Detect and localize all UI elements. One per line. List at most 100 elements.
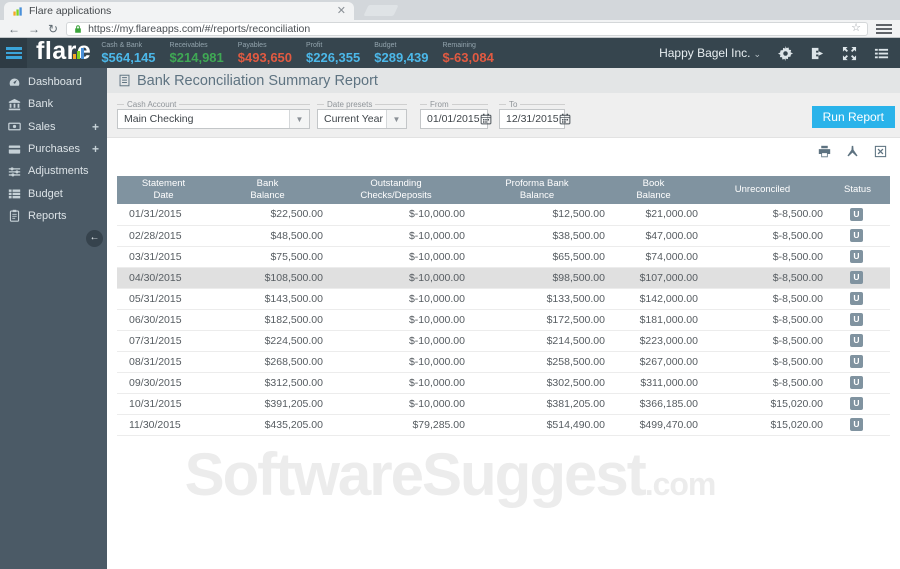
list-toggle-icon[interactable] <box>874 46 889 61</box>
stat-label: Budget <box>374 41 397 49</box>
status-badge[interactable]: U <box>850 334 863 347</box>
pdf-icon[interactable] <box>846 145 859 158</box>
status-badge[interactable]: U <box>850 418 863 431</box>
cell-book: $366,185.00 <box>607 393 700 415</box>
sign-out-icon[interactable] <box>810 46 825 61</box>
sidebar-item-bank[interactable]: Bank <box>0 93 107 115</box>
excel-icon[interactable] <box>874 145 887 158</box>
table-row[interactable]: 06/30/2015 $182,500.00 $-10,000.00 $172,500… <box>117 309 890 331</box>
cell-date: 03/31/2015 <box>117 246 210 268</box>
cell-unreconciled: $-8,500.00 <box>700 309 825 331</box>
status-badge[interactable]: U <box>850 313 863 326</box>
status-badge[interactable]: U <box>850 271 863 284</box>
cell-status: U <box>825 225 890 247</box>
table-row[interactable]: 11/30/2015 $435,205.00 $79,285.00 $514,490.… <box>117 414 890 436</box>
status-badge[interactable]: U <box>850 376 863 389</box>
cell-status: U <box>825 330 890 352</box>
from-date-input[interactable]: 01/01/2015 <box>420 109 491 129</box>
sidebar-item-purchases[interactable]: Purchases + <box>0 138 107 160</box>
cell-date: 05/31/2015 <box>117 288 210 310</box>
sidebar-collapse-button[interactable]: ← <box>86 230 103 247</box>
print-icon[interactable] <box>818 145 831 158</box>
table-row[interactable]: 01/31/2015 $22,500.00 $-10,000.00 $12,500.0… <box>117 204 890 226</box>
status-badge[interactable]: U <box>850 250 863 263</box>
cell-bank_balance: $268,500.00 <box>210 351 325 373</box>
cash-account-select[interactable]: Main Checking ▼ <box>117 109 310 129</box>
budget-icon <box>8 187 21 200</box>
cell-unreconciled: $15,020.00 <box>700 393 825 415</box>
expand-plus-icon[interactable]: + <box>92 142 99 156</box>
new-tab-button[interactable] <box>363 5 399 16</box>
reconciliation-table: Statement Date Bank Balance Outstanding Check… <box>117 176 890 436</box>
table-row[interactable]: 10/31/2015 $391,205.00 $-10,000.00 $381,205… <box>117 393 890 415</box>
chevron-down-icon: ▼ <box>386 110 406 128</box>
page-title: Bank Reconciliation Summary Report <box>137 72 378 89</box>
header-right: Happy Bagel Inc. ⌄ <box>659 45 900 61</box>
company-dropdown[interactable]: Happy Bagel Inc. ⌄ <box>659 46 761 60</box>
from-date-group: From 01/01/2015 <box>420 99 491 129</box>
sidebar-item-adjustments[interactable]: Adjustments <box>0 160 107 182</box>
cell-proforma: $133,500.00 <box>467 288 607 310</box>
cell-book: $223,000.00 <box>607 330 700 352</box>
stat-label: Receivables <box>169 41 208 49</box>
column-header-line: Proforma Bank <box>505 177 569 189</box>
cell-proforma: $381,205.00 <box>467 393 607 415</box>
chevron-down-icon: ▼ <box>289 110 309 128</box>
status-badge[interactable]: U <box>850 207 863 221</box>
column-header-line: Checks/Deposits <box>360 190 432 201</box>
column-header: Statement Date <box>117 176 210 204</box>
cell-book: $47,000.00 <box>607 225 700 247</box>
expand-plus-icon[interactable]: + <box>92 120 99 134</box>
reload-icon[interactable]: ↻ <box>48 23 58 35</box>
header-stat: Profit $226,355 <box>306 42 360 65</box>
table-row[interactable]: 09/30/2015 $312,500.00 $-10,000.00 $302,500… <box>117 372 890 394</box>
date-presets-label: Date presets <box>317 99 407 109</box>
sidebar-item-dashboard[interactable]: Dashboard <box>0 71 107 93</box>
browser-menu-icon[interactable] <box>876 23 892 34</box>
padlock-icon <box>73 24 83 34</box>
bank-icon <box>8 98 21 111</box>
cell-status: U <box>825 288 890 310</box>
status-badge[interactable]: U <box>850 229 863 242</box>
sidebar-item-budget[interactable]: Budget <box>0 182 107 204</box>
cell-status: U <box>825 246 890 268</box>
table-row[interactable]: 08/31/2015 $268,500.00 $-10,000.00 $258,500… <box>117 351 890 373</box>
browser-tab[interactable]: Flare applications ✕ <box>4 2 354 20</box>
gear-icon[interactable] <box>778 45 793 61</box>
status-badge[interactable]: U <box>850 397 863 410</box>
cell-bank_balance: $182,500.00 <box>210 309 325 331</box>
cell-book: $107,000.00 <box>607 267 700 289</box>
tab-close-icon[interactable]: ✕ <box>337 5 346 17</box>
cell-book: $267,000.00 <box>607 351 700 373</box>
sidebar: Dashboard Bank Sales + Purchases + Adjustments… <box>0 68 107 569</box>
calendar-icon[interactable] <box>559 113 571 125</box>
table-row[interactable]: 02/28/2015 $48,500.00 $-10,000.00 $38,500.0… <box>117 225 890 247</box>
hamburger-menu-icon[interactable] <box>0 38 27 68</box>
status-badge[interactable]: U <box>850 355 863 368</box>
table-row[interactable]: 05/31/2015 $143,500.00 $-10,000.00 $133,500… <box>117 288 890 310</box>
cell-outstanding: $-10,000.00 <box>325 330 467 352</box>
address-field[interactable]: https://my.flareapps.com/#/reports/recon… <box>66 21 868 36</box>
bookmark-star-icon[interactable]: ☆ <box>851 23 861 34</box>
browser-url-bar: ← → ↻ https://my.flareapps.com/#/reports… <box>0 20 900 38</box>
table-row[interactable]: 07/31/2015 $224,500.00 $-10,000.00 $214,500… <box>117 330 890 352</box>
header-stat: Cash & Bank $564,145 <box>101 42 155 65</box>
column-header-line: Book <box>642 177 665 189</box>
cell-outstanding: $-10,000.00 <box>325 393 467 415</box>
date-presets-select[interactable]: Current Year ▼ <box>317 109 407 129</box>
table-row[interactable]: 03/31/2015 $75,500.00 $-10,000.00 $65,500.0… <box>117 246 890 268</box>
table-row[interactable]: 04/30/2015 $108,500.00 $-10,000.00 $98,500.… <box>117 267 890 289</box>
status-badge[interactable]: U <box>850 292 863 305</box>
forward-icon[interactable]: → <box>28 23 40 35</box>
sidebar-item-label: Bank <box>28 98 54 111</box>
sidebar-item-reports[interactable]: Reports <box>0 205 107 227</box>
sidebar-item-sales[interactable]: Sales + <box>0 116 107 138</box>
fullscreen-icon[interactable] <box>842 46 857 61</box>
export-toolbar <box>818 145 887 158</box>
back-icon[interactable]: ← <box>8 23 20 35</box>
run-report-button[interactable]: Run Report <box>811 106 895 128</box>
calendar-icon[interactable] <box>480 113 492 125</box>
cell-unreconciled: $15,020.00 <box>700 414 825 436</box>
to-date-value: 12/31/2015 <box>506 113 559 125</box>
to-date-input[interactable]: 12/31/2015 <box>499 109 570 129</box>
